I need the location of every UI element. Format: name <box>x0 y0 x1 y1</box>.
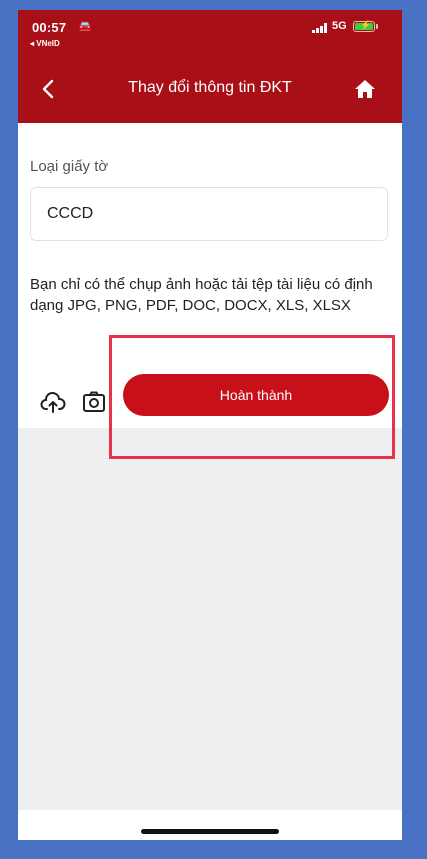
upload-button[interactable] <box>40 391 66 415</box>
cloud-upload-icon <box>40 392 66 413</box>
signal-icon <box>312 23 328 33</box>
status-time: 00:57 <box>32 20 67 35</box>
home-icon <box>355 80 375 98</box>
phone-screen: 00:57 🚘 ◂ VNeID 5G ⚡ Thay đổi thông tin … <box>18 10 402 840</box>
back-button[interactable] <box>36 76 62 102</box>
home-button[interactable] <box>352 76 378 102</box>
battery-icon: ⚡ <box>353 20 375 32</box>
camera-button[interactable] <box>82 391 106 413</box>
car-icon: 🚘 <box>78 21 92 33</box>
document-type-field[interactable]: CCCD <box>30 187 388 241</box>
chevron-left-icon <box>42 79 54 99</box>
file-format-hint: Bạn chỉ có thể chụp ảnh hoặc tải tệp tài… <box>30 276 373 314</box>
camera-icon <box>83 391 105 412</box>
page-title: Thay đổi thông tin ĐKT <box>128 79 292 96</box>
annotation-highlight <box>109 335 395 459</box>
back-to-app-link[interactable]: ◂ VNeID <box>30 39 60 48</box>
app-header: 00:57 🚘 ◂ VNeID 5G ⚡ Thay đổi thông tin … <box>18 10 402 123</box>
network-type: 5G <box>332 20 347 32</box>
home-indicator <box>141 829 279 834</box>
bottom-bar <box>18 810 402 840</box>
document-type-label: Loại giấy tờ <box>30 158 109 175</box>
battery-cap <box>376 24 378 29</box>
document-type-value: CCCD <box>47 205 94 222</box>
